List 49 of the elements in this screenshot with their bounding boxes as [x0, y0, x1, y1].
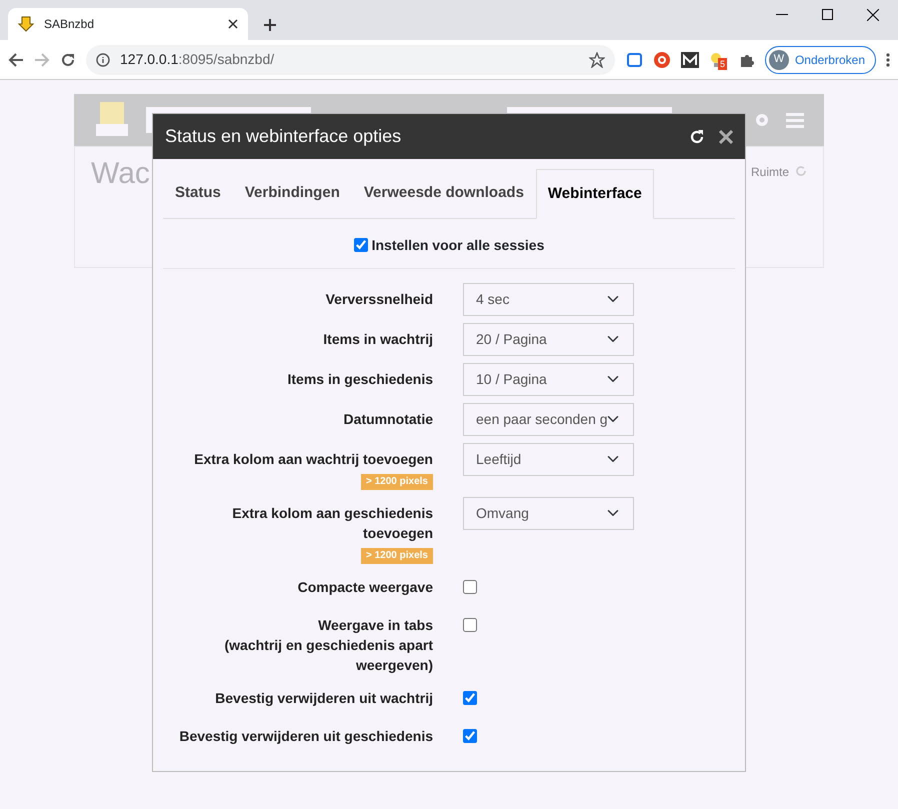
dropdown[interactable]: Leeftijd: [463, 442, 634, 476]
star-icon[interactable]: [588, 52, 605, 68]
reload-icon[interactable]: [60, 52, 76, 68]
checkbox[interactable]: [463, 690, 477, 704]
setting-note: (wachtrij en geschiedenis apart weergeven): [223, 636, 433, 674]
profile-button[interactable]: W Onderbroken: [764, 46, 876, 74]
dialog-title: Status en webinterface opties: [165, 125, 402, 148]
extension-icon[interactable]: [680, 52, 699, 68]
dropdown[interactable]: een paar seconden g: [463, 402, 634, 436]
close-icon[interactable]: [867, 9, 879, 21]
setting-label: Extra kolom aan wachtrij toevoegen: [194, 450, 433, 466]
download-arrow-icon: [18, 16, 34, 32]
setting-label: Datumnotatie: [344, 410, 433, 426]
page-heading: Wac: [91, 156, 150, 192]
menu-icon[interactable]: [886, 52, 890, 66]
pixel-badge: > 1200 pixels: [361, 474, 433, 490]
setting-label: Compacte weergave: [298, 578, 433, 594]
dropdown[interactable]: 20 / Pagina: [463, 322, 634, 356]
info-icon: [96, 52, 110, 66]
back-icon[interactable]: [8, 52, 24, 68]
pixel-badge: > 1200 pixels: [361, 548, 433, 564]
setting-label: Items in geschiedenis: [288, 370, 433, 386]
checkbox[interactable]: [463, 618, 477, 632]
setting-label: Bevestig verwijderen uit wachtrij: [215, 690, 433, 706]
tab[interactable]: Status: [163, 169, 233, 218]
setting-label: Items in wachtrij: [323, 330, 433, 346]
new-tab-icon[interactable]: [263, 18, 277, 32]
setting-label: Weergave in tabs: [318, 616, 433, 632]
dropdown[interactable]: Omvang: [463, 496, 634, 530]
dropdown[interactable]: 4 sec: [463, 282, 634, 316]
space-label: Ruimte: [751, 164, 790, 181]
setting-label: Extra kolom aan geschiedenis toevoegen: [232, 504, 433, 540]
checkbox[interactable]: [354, 238, 368, 252]
tab[interactable]: Webinterface: [536, 169, 654, 218]
url-text: 127.0.0.1:8095/sabnzbd/: [120, 50, 274, 69]
dropdown[interactable]: 10 / Pagina: [463, 362, 634, 396]
checkbox[interactable]: [463, 728, 477, 742]
address-bar[interactable]: 127.0.0.1:8095/sabnzbd/: [86, 44, 615, 74]
tab[interactable]: Verweesde downloads: [352, 169, 536, 218]
checkbox-label: Instellen voor alle sessies: [372, 236, 544, 254]
setting-label: Ververssnelheid: [326, 290, 433, 306]
browser-tab[interactable]: SABnzbd: [8, 8, 248, 40]
tab-title: SABnzbd: [44, 16, 94, 33]
setting-label: Bevestig verwijderen uit geschiedenis: [179, 728, 433, 744]
tab[interactable]: Verbindingen: [232, 169, 352, 218]
close-icon[interactable]: [228, 19, 238, 29]
maximize-icon[interactable]: [822, 9, 833, 20]
checkbox[interactable]: [463, 580, 477, 594]
minimize-icon[interactable]: [776, 14, 788, 16]
